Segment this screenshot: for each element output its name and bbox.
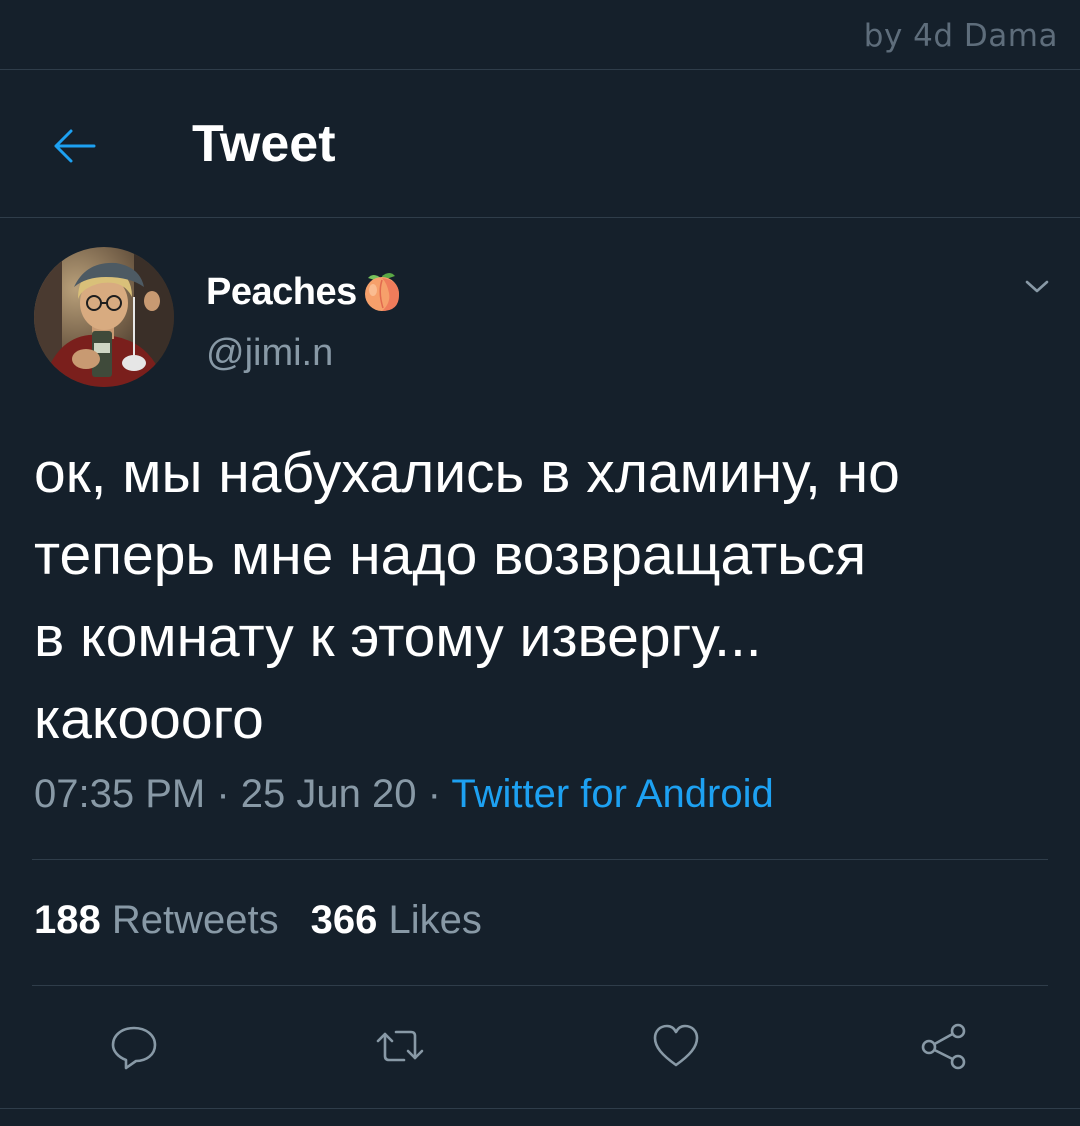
tweet-meta: 07:35 PM · 25 Jun 20 · Twitter for Andro…: [34, 772, 774, 817]
display-name: Peaches: [206, 271, 357, 313]
bottom-divider: [0, 1108, 1080, 1109]
likes-label: Likes: [388, 898, 482, 942]
user-handle[interactable]: @jimi.n: [206, 332, 333, 375]
reply-icon: [111, 1026, 157, 1070]
tweet-detail-screen: by 4d Dama Tweet Peaches @jimi.n ок, мы …: [0, 0, 1080, 1126]
tweet-stats: 188 Retweets 366 Likes: [34, 898, 482, 943]
header-divider: [0, 217, 1080, 218]
chevron-down-icon: [1025, 280, 1049, 293]
retweet-icon: [376, 1030, 424, 1062]
peach-emoji: [359, 268, 405, 319]
retweets-label: Retweets: [111, 898, 279, 942]
tweet-date: 25 Jun 20: [240, 772, 417, 816]
retweet-button[interactable]: [374, 1020, 426, 1072]
back-button[interactable]: [50, 122, 98, 170]
meta-separator: ·: [216, 772, 230, 816]
page-title: Tweet: [192, 115, 336, 173]
watermark: by 4d Dama: [863, 18, 1058, 54]
likes-stat[interactable]: 366 Likes: [311, 898, 482, 942]
reply-button[interactable]: [108, 1020, 160, 1072]
action-bar: [0, 1016, 1080, 1076]
avatar-image: [34, 247, 174, 387]
tweet-time: 07:35 PM: [34, 772, 206, 816]
stats-divider: [32, 985, 1048, 986]
tweet-text: ок, мы набухались в хламину, но теперь м…: [34, 441, 900, 751]
retweets-count: 188: [34, 898, 101, 942]
like-button[interactable]: [650, 1020, 702, 1072]
app-header: Tweet: [0, 70, 1080, 217]
tweet-source-link[interactable]: Twitter for Android: [451, 772, 773, 816]
share-icon: [921, 1023, 966, 1070]
tweet-menu-button[interactable]: [1020, 270, 1054, 304]
meta-separator: ·: [427, 772, 441, 816]
retweets-stat[interactable]: 188 Retweets: [34, 898, 279, 942]
meta-divider: [32, 859, 1048, 860]
avatar[interactable]: [34, 247, 174, 387]
author-name-row[interactable]: Peaches: [206, 266, 405, 319]
likes-count: 366: [310, 898, 378, 942]
heart-icon: [653, 1024, 699, 1067]
arrow-left-icon: [54, 129, 96, 163]
share-button[interactable]: [918, 1020, 970, 1072]
